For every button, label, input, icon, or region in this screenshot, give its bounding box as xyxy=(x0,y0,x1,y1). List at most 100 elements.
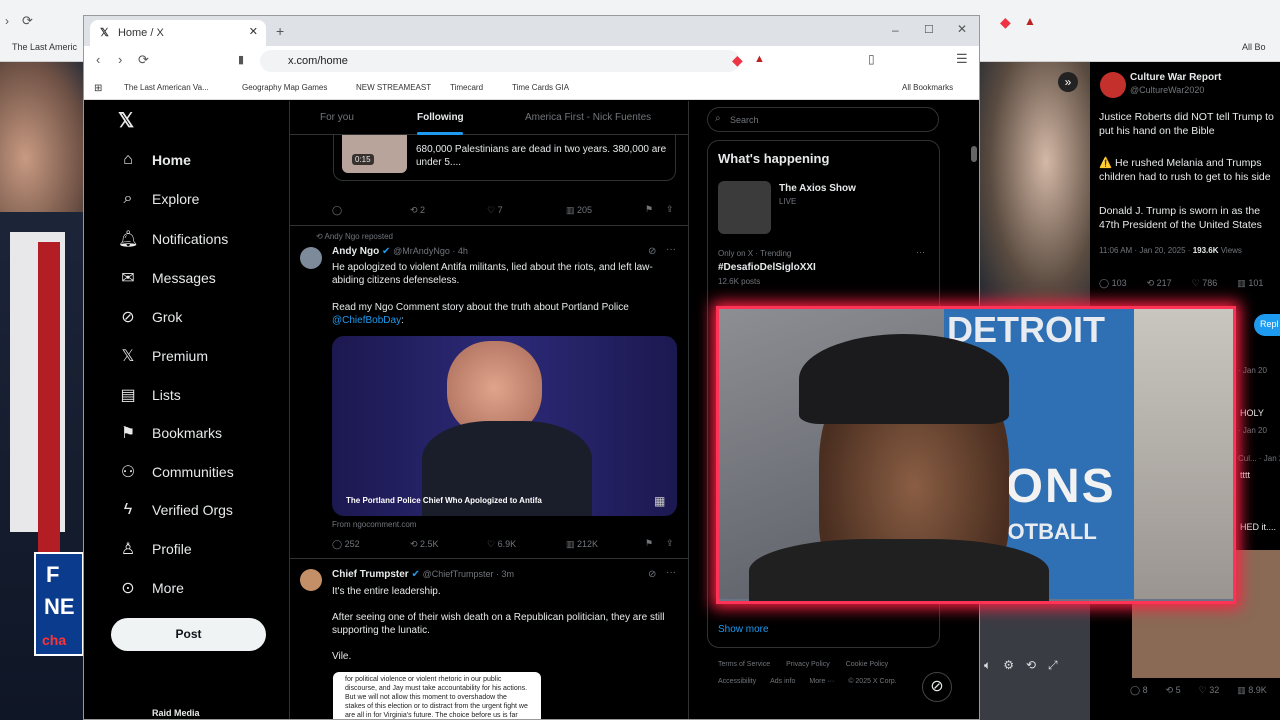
outer-brave-icon[interactable]: ◆ xyxy=(1000,14,1011,31)
all-bookmarks[interactable]: All Bookmarks xyxy=(902,83,953,92)
post-button[interactable]: Post xyxy=(111,618,266,651)
search-input[interactable]: Search xyxy=(707,107,939,132)
trend2-more-icon[interactable]: ··· xyxy=(916,247,925,257)
nav-home[interactable]: ⌂ Home xyxy=(118,151,191,169)
nav-grok[interactable]: ⊘ Grok xyxy=(118,307,182,327)
tweet1-more-icon[interactable]: ··· xyxy=(666,244,676,255)
tab-home-x[interactable]: 𝕏 Home / X ✕ xyxy=(90,20,266,46)
volume-icon[interactable]: 🔈︎ xyxy=(984,658,991,673)
nav-communities[interactable]: ⚇ Communities xyxy=(118,462,234,482)
tweet1-views[interactable]: ▥ 212K xyxy=(566,539,598,550)
settings-gear-icon[interactable]: ⚙ xyxy=(1003,658,1014,673)
footer-terms[interactable]: Terms of Service xyxy=(718,661,770,668)
grok-explain-2-icon[interactable]: ⊘ xyxy=(648,569,656,580)
link-card-image[interactable]: The Portland Police Chief Who Apologized… xyxy=(332,336,677,516)
bottom-reposts[interactable]: ⟲ 5 xyxy=(1166,685,1181,696)
top-like[interactable]: ♡ 7 xyxy=(487,205,503,216)
tab-for-you[interactable]: For you xyxy=(320,112,354,123)
account-switcher[interactable]: Raid Media xyxy=(152,708,200,718)
scrollbar-thumb[interactable] xyxy=(971,146,977,162)
bookmark-page-icon[interactable]: ▮ xyxy=(238,53,244,66)
rotate-icon[interactable]: ⟲ xyxy=(1026,658,1036,673)
tweet2-handle[interactable]: @ChiefTrumpster · 3m xyxy=(423,569,514,579)
footer-ads[interactable]: Ads info xyxy=(770,678,795,685)
link-card-source[interactable]: From ngocomment.com xyxy=(332,520,416,529)
bookmark-4[interactable]: Time Cards GIA xyxy=(512,83,569,92)
mention-link[interactable]: @ChiefBobDay xyxy=(332,315,401,326)
maximize-icon[interactable]: ☐ xyxy=(924,23,934,36)
grok-explain-icon[interactable]: ⊘ xyxy=(648,246,656,257)
tweet1-handle[interactable]: @MrAndyNgo · 4h xyxy=(393,246,468,256)
footer-privacy[interactable]: Privacy Policy xyxy=(786,661,830,668)
quoted-tweet-card[interactable]: 0:15 680,000 Palestinians are dead in tw… xyxy=(333,135,676,181)
tab-following[interactable]: Following xyxy=(417,112,464,123)
culture-war-views-stat[interactable]: ▥ 101 xyxy=(1237,278,1263,289)
footer-more[interactable]: More ··· xyxy=(809,678,834,685)
grok-floating-icon[interactable]: ⊘ xyxy=(922,672,952,702)
outer-bookmark-left[interactable]: The Last Americ xyxy=(12,42,77,52)
nav-lists[interactable]: ▤ Lists xyxy=(118,385,180,405)
top-bookmark-icon[interactable]: ⚑ xyxy=(645,204,653,215)
trend1-title[interactable]: The Axios Show xyxy=(779,183,856,194)
footer-accessibility[interactable]: Accessibility xyxy=(718,678,756,685)
outer-bookmark-right[interactable]: All Bo xyxy=(1242,42,1266,52)
expand-chevron-icon[interactable]: » xyxy=(1058,72,1078,92)
chief-trumpster-avatar[interactable] xyxy=(300,569,322,591)
sidebar-icon[interactable]: ▯ xyxy=(868,52,875,66)
outer-triangle-icon[interactable]: ▲ xyxy=(1024,14,1036,28)
bottom-likes[interactable]: ♡ 32 xyxy=(1199,685,1220,696)
nav-explore[interactable]: ⌕ Explore xyxy=(118,190,200,208)
menu-icon[interactable]: ☰ xyxy=(956,51,968,67)
culture-war-likes[interactable]: ♡ 786 xyxy=(1192,278,1218,289)
reply-button-fragment[interactable]: Repl xyxy=(1254,314,1280,336)
axios-show-thumb[interactable] xyxy=(718,181,771,234)
top-views[interactable]: ▥ 205 xyxy=(566,205,592,216)
nav-bookmarks[interactable]: ⚑ Bookmarks xyxy=(118,423,222,443)
minimize-icon[interactable]: – xyxy=(892,23,899,37)
bookmark-0[interactable]: The Last American Va... xyxy=(124,83,209,92)
trend2-title[interactable]: #DesafioDelSigloXXI xyxy=(718,262,816,273)
nav-more[interactable]: ⊙ More xyxy=(118,578,184,598)
show-more-link[interactable]: Show more xyxy=(718,624,769,635)
rewards-icon[interactable]: ▲ xyxy=(754,53,765,65)
brave-shield-icon[interactable]: ◆ xyxy=(732,52,743,69)
bookmark-2[interactable]: NEW STREAMEAST xyxy=(356,83,431,92)
tweet2-more-icon[interactable]: ··· xyxy=(666,567,676,578)
bookmark-3[interactable]: Timecard xyxy=(450,83,483,92)
andy-ngo-avatar[interactable] xyxy=(300,247,322,269)
tweet1-repost[interactable]: ⟲ 2.5K xyxy=(410,539,439,550)
tweet1-name[interactable]: Andy Ngo xyxy=(332,246,379,257)
tweet2-name[interactable]: Chief Trumpster xyxy=(332,569,409,580)
close-window-icon[interactable]: ✕ xyxy=(957,22,967,36)
tweet1-bookmark-icon[interactable]: ⚑ xyxy=(645,538,653,549)
nav-verified-orgs[interactable]: ϟ Verified Orgs xyxy=(118,501,233,519)
top-repost[interactable]: ⟲ 2 xyxy=(410,205,425,216)
fullscreen-icon[interactable]: ⤢ xyxy=(1048,658,1058,673)
address-bar[interactable]: x.com/home xyxy=(260,50,740,72)
culture-war-replies[interactable]: ◯ 103 xyxy=(1099,278,1127,289)
outer-back-icon[interactable]: › xyxy=(5,14,9,28)
footer-cookie[interactable]: Cookie Policy xyxy=(846,661,888,668)
tweet1-reply[interactable]: ◯ 252 xyxy=(332,539,360,550)
culture-war-reposts[interactable]: ⟲ 217 xyxy=(1147,278,1172,289)
bottom-views[interactable]: ▥ 8.9K xyxy=(1237,685,1267,696)
tweet1-share-icon[interactable]: ⇪ xyxy=(666,538,674,549)
bookmark-1[interactable]: Geography Map Games xyxy=(242,83,327,92)
reload-icon[interactable]: ⟳ xyxy=(138,52,149,68)
outer-reload-icon[interactable]: ⟳ xyxy=(22,13,33,29)
nav-messages[interactable]: ✉ Messages xyxy=(118,268,216,288)
nav-premium[interactable]: 𝕏 Premium xyxy=(118,346,208,366)
bottom-replies[interactable]: ◯ 8 xyxy=(1130,685,1148,696)
forward-icon[interactable]: › xyxy=(118,52,122,67)
apps-grid-icon[interactable]: ⊞ xyxy=(94,83,102,94)
attached-document-image[interactable]: for political violence or violent rhetor… xyxy=(333,672,541,719)
nav-profile[interactable]: ♙ Profile xyxy=(118,539,192,559)
nav-notifications[interactable]: 🔔︎ Notifications xyxy=(118,229,228,249)
top-share-icon[interactable]: ⇪ xyxy=(666,204,674,215)
tab-close-icon[interactable]: ✕ xyxy=(249,25,258,38)
tab-america-first[interactable]: America First - Nick Fuentes xyxy=(525,112,651,123)
top-reply-icon[interactable]: ◯ xyxy=(332,205,342,216)
tweet1-like[interactable]: ♡ 6.9K xyxy=(487,539,516,550)
new-tab-icon[interactable]: + xyxy=(276,23,284,39)
x-logo-icon[interactable]: 𝕏 xyxy=(118,108,134,133)
